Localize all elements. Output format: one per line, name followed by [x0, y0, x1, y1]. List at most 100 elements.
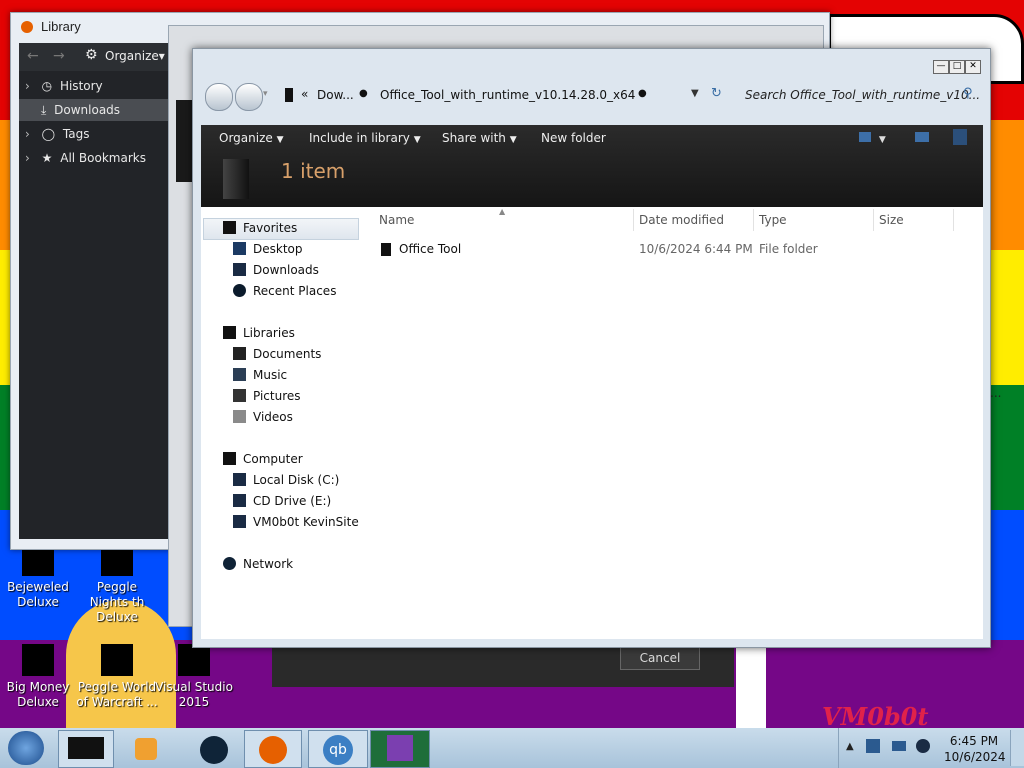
- library-toolbar: ← → ⚙ Organize▾: [19, 43, 169, 71]
- column-separator[interactable]: [873, 209, 874, 231]
- search-placeholder: Search Office_Tool_with_runtime_v10...: [745, 88, 981, 102]
- nav-item-network[interactable]: Network: [223, 555, 293, 573]
- nav-item-documents[interactable]: Documents: [233, 345, 321, 363]
- table-row[interactable]: Office Tool 10/6/2024 6:44 PM File folde…: [379, 241, 979, 259]
- sidebar-item-all-bookmarks[interactable]: › ★ All Bookmarks: [25, 147, 161, 169]
- taskbar-qbittorrent-button[interactable]: qb: [308, 730, 368, 768]
- show-desktop-button[interactable]: [1010, 730, 1024, 766]
- show-hidden-icons-icon[interactable]: ▲: [846, 741, 854, 752]
- desktop-icon-bejeweled[interactable]: Bejeweled Deluxe: [0, 548, 79, 610]
- desktop-icon-label: Bejeweled: [7, 580, 69, 594]
- column-header-date[interactable]: Date modified: [639, 213, 724, 227]
- nav-item-computer[interactable]: Computer: [223, 450, 303, 468]
- share-label: Share with: [442, 131, 506, 145]
- nav-item-label: CD Drive (E:): [253, 494, 332, 508]
- nav-item-libraries[interactable]: Libraries: [223, 324, 295, 342]
- cancel-button[interactable]: Cancel: [620, 646, 700, 670]
- close-button[interactable]: ✕: [965, 60, 981, 74]
- include-label: Include in library: [309, 131, 410, 145]
- desktop-icon-peggle-nights[interactable]: Peggle Nights th Deluxe: [76, 548, 158, 625]
- preview-pane-icon[interactable]: [915, 132, 929, 142]
- taskbar-visual-studio-button[interactable]: [370, 730, 430, 768]
- back-button[interactable]: [205, 83, 233, 111]
- desktop-icon-visual-studio[interactable]: Visual Studio 2015: [153, 644, 235, 710]
- share-with-button[interactable]: Share with ▼: [442, 131, 517, 145]
- forward-arrow-icon[interactable]: →: [53, 48, 65, 64]
- taskbar-media-player-button[interactable]: [118, 730, 174, 766]
- media-player-icon: [135, 738, 157, 760]
- nav-item-label: Music: [253, 368, 288, 382]
- back-arrow-icon[interactable]: ←: [27, 48, 39, 64]
- column-header-name[interactable]: Name: [379, 213, 414, 227]
- address-bar[interactable]: « Dow... ● Office_Tool_with_runtime_v10.…: [281, 84, 722, 106]
- column-separator[interactable]: [753, 209, 754, 231]
- chevron-down-icon: ▼: [509, 135, 517, 145]
- nav-item-local-disk[interactable]: Local Disk (C:): [233, 471, 339, 489]
- sidebar-item-history[interactable]: › ◷ History: [25, 75, 161, 97]
- file-list: [361, 207, 983, 639]
- column-separator[interactable]: [953, 209, 954, 231]
- breadcrumb-overflow[interactable]: «: [301, 87, 308, 101]
- library-title: Library: [41, 19, 81, 34]
- column-header-type[interactable]: Type: [759, 213, 787, 227]
- organize-button[interactable]: Organize ▼: [219, 131, 284, 145]
- nav-item-videos[interactable]: Videos: [233, 408, 293, 426]
- search-input[interactable]: Search Office_Tool_with_runtime_v10... ⚲: [741, 84, 981, 106]
- address-dropdown-icon[interactable]: ▼: [691, 88, 699, 99]
- breadcrumb-downloads[interactable]: Dow...: [317, 88, 354, 102]
- column-separator[interactable]: [633, 209, 634, 231]
- column-header-size[interactable]: Size: [879, 213, 904, 227]
- star-icon: ★: [41, 151, 53, 165]
- desktop-icon-label: Deluxe: [17, 595, 59, 609]
- nav-item-network-drive[interactable]: VM0b0t KevinSite: [233, 513, 359, 531]
- breadcrumb-separator-icon: ●: [638, 88, 647, 99]
- sidebar-item-downloads[interactable]: ⤓ Downloads: [19, 99, 169, 121]
- volume-icon[interactable]: [916, 739, 930, 753]
- forward-button[interactable]: [235, 83, 263, 111]
- music-icon: [233, 368, 246, 381]
- cd-drive-icon: [233, 494, 246, 507]
- nav-item-label: Computer: [243, 452, 303, 466]
- videos-icon: [233, 410, 246, 423]
- include-in-library-button[interactable]: Include in library ▼: [309, 131, 421, 145]
- taskbar-firefox-button[interactable]: [244, 730, 302, 768]
- recent-pages-chevron-icon[interactable]: ▾: [263, 89, 268, 99]
- taskbar-app-button[interactable]: [186, 730, 242, 766]
- taskbar-explorer-button[interactable]: [58, 730, 114, 768]
- nav-item-favorites[interactable]: Favorites: [223, 219, 297, 237]
- desktop-icon-big-money[interactable]: Big Money Deluxe: [0, 644, 79, 710]
- nav-item-label: Documents: [253, 347, 322, 361]
- help-icon[interactable]: [953, 129, 967, 145]
- desktop-icon-label: Deluxe: [96, 610, 138, 624]
- file-date: 10/6/2024 6:44 PM: [639, 242, 753, 256]
- minimize-button[interactable]: —: [933, 60, 949, 74]
- documents-icon: [233, 347, 246, 360]
- nav-item-pictures[interactable]: Pictures: [233, 387, 301, 405]
- sidebar-item-label: Tags: [62, 127, 90, 141]
- sidebar-item-tags[interactable]: › ◯ Tags: [25, 123, 161, 145]
- organize-menu[interactable]: Organize▾: [105, 49, 165, 63]
- view-options-button[interactable]: ▼: [859, 131, 893, 145]
- vm-watermark: VM0b0t: [822, 702, 929, 731]
- breadcrumb-current[interactable]: Office_Tool_with_runtime_v10.14.28.0_x64: [380, 88, 635, 102]
- start-button[interactable]: [8, 731, 44, 765]
- background-window-controls[interactable]: [906, 36, 956, 48]
- nav-item-music[interactable]: Music: [233, 366, 287, 384]
- desktop-icon-peggle-world[interactable]: Peggle World of Warcraft ...: [76, 644, 158, 710]
- nav-item-recent-places[interactable]: Recent Places: [233, 282, 336, 300]
- network-tray-icon[interactable]: [892, 741, 906, 751]
- maximize-button[interactable]: □: [949, 60, 965, 74]
- recent-places-icon: [233, 284, 246, 297]
- refresh-icon[interactable]: ↻: [711, 86, 722, 101]
- nav-item-downloads[interactable]: Downloads: [233, 261, 319, 279]
- desktop-icon-label: of Warcraft ...: [76, 695, 158, 709]
- nav-item-desktop[interactable]: Desktop: [233, 240, 303, 258]
- search-icon[interactable]: ⚲: [963, 86, 973, 101]
- nav-item-label: Videos: [253, 410, 293, 424]
- bejeweled-icon: [22, 548, 54, 576]
- nav-item-cd-drive[interactable]: CD Drive (E:): [233, 492, 331, 510]
- tray-icon-1[interactable]: [866, 739, 880, 753]
- organize-label: Organize: [105, 49, 159, 63]
- new-folder-button[interactable]: New folder: [541, 131, 606, 145]
- clock[interactable]: 6:45 PM 10/6/2024: [944, 733, 1006, 765]
